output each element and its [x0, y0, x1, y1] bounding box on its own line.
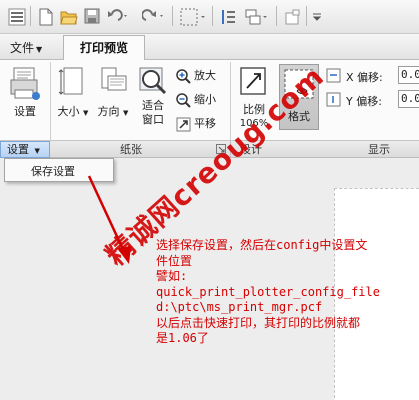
orientation-icon: [101, 67, 127, 91]
app-menu-icon[interactable]: [8, 8, 26, 29]
pan-icon: [176, 117, 191, 132]
select-box-icon[interactable]: [180, 8, 208, 29]
paper-group-label: 纸张: [120, 143, 142, 156]
tab-print-preview[interactable]: 打印预览: [63, 35, 145, 61]
annotation-line: 譬如:: [156, 269, 188, 283]
settings-group-label: 设置: [7, 143, 29, 156]
orientation-label: 方向: [97, 105, 120, 118]
annotation-line: 件位置: [156, 253, 193, 268]
annotation-line: 以后点击快速打印，其打印的比例就都: [156, 315, 361, 330]
display-group-label: 显示: [368, 143, 390, 156]
regenerate-icon[interactable]: [220, 8, 238, 29]
printer-settings-icon: [10, 67, 40, 100]
paper-size-icon: [58, 67, 83, 95]
close-window-icon[interactable]: [284, 8, 302, 29]
annotation-line: quick_print_plotter_config_file: [156, 284, 380, 299]
redo-icon[interactable]: [141, 8, 166, 27]
x-offset-field[interactable]: 0.0: [398, 66, 419, 84]
settings-label: 设置: [14, 105, 36, 118]
zoom-out-label: 缩小: [194, 93, 216, 106]
zoom-out-icon: [176, 93, 191, 108]
save-icon[interactable]: [84, 8, 100, 27]
annotation-line: d:\ptc\ms_print_mgr.pcf: [156, 300, 323, 314]
annotation-line: 选择保存设置，然后在config中设置文: [156, 238, 368, 252]
annotation-text: 选择保存设置，然后在config中设置文 件位置 譬如: quick_print…: [156, 238, 416, 347]
magnifier-icon: [139, 67, 167, 95]
paper-size-button[interactable]: 大小 ▼: [56, 66, 90, 120]
chevron-down-icon: ▼: [123, 109, 129, 117]
y-offset-field[interactable]: 0.0: [398, 90, 419, 108]
chevron-down-icon: ▼: [83, 109, 89, 117]
settings-dropdown-menu: 保存设置: [4, 158, 114, 182]
y-offset-icon: [326, 92, 341, 107]
orientation-button[interactable]: 方向 ▼: [96, 66, 130, 120]
menu-item-save-settings[interactable]: 保存设置: [31, 163, 75, 179]
new-file-icon[interactable]: [38, 8, 54, 29]
settings-group-dropdown[interactable]: 设置 ▼: [0, 141, 50, 158]
x-offset-label: X 偏移:: [346, 71, 383, 84]
chevron-down-icon: ▼: [36, 45, 43, 54]
zoom-in-label: 放大: [194, 69, 216, 82]
tab-file-label: 文件: [10, 41, 35, 55]
y-offset-label: Y 偏移:: [346, 95, 382, 108]
ribbon-tab-row: 文件 ▼ 打印预览: [0, 34, 419, 61]
undo-icon[interactable]: [106, 8, 130, 27]
tab-file[interactable]: 文件 ▼: [4, 38, 48, 58]
windows-icon[interactable]: [244, 8, 270, 29]
chevron-down-icon: ▼: [34, 147, 40, 155]
size-label: 大小: [57, 105, 80, 118]
ribbon: 设置 大小 ▼ 方向 ▼ 适合 窗口 放大 缩小 平移 比例 106% 格式 X…: [0, 60, 419, 140]
settings-button[interactable]: 设置: [6, 66, 44, 119]
zoom-in-icon: [176, 69, 191, 84]
quick-access-toolbar: [0, 0, 419, 34]
annotation-line: 是1.06了: [156, 331, 209, 345]
fit-window-button[interactable]: 适合 窗口: [136, 66, 170, 127]
pan-label: 平移: [194, 117, 216, 130]
fit-label-2: 窗口: [142, 113, 164, 126]
open-folder-icon[interactable]: [60, 8, 78, 29]
fit-label-1: 适合: [142, 99, 164, 112]
customize-toolbar-icon[interactable]: [312, 8, 322, 29]
